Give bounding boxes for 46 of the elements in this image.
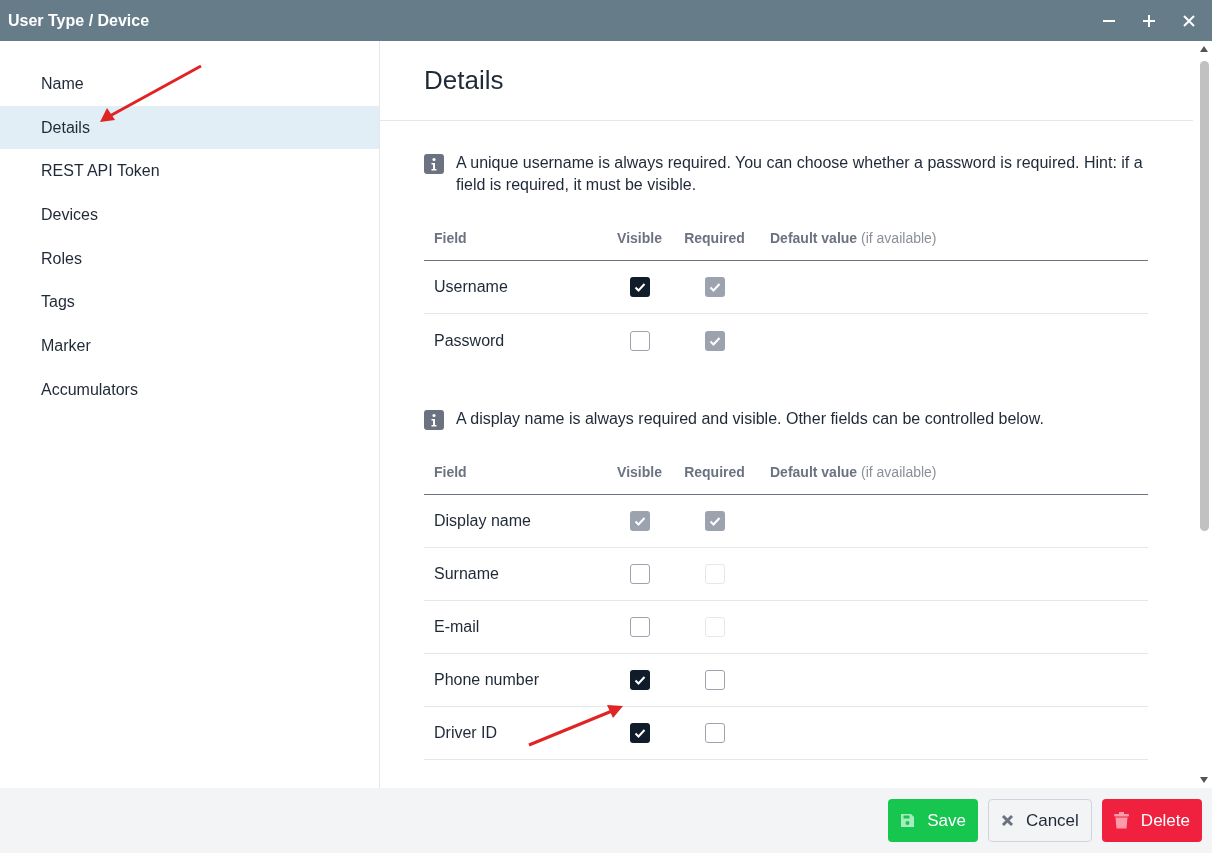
field-name: Phone number	[434, 671, 539, 688]
field-name: Display name	[434, 512, 531, 529]
sidebar-item[interactable]: REST API Token	[0, 149, 379, 194]
cancel-button[interactable]: Cancel	[987, 799, 1092, 842]
sidebar-item[interactable]: Name	[0, 62, 379, 106]
sidebar-item[interactable]: Marker	[0, 324, 379, 368]
minus-icon	[1102, 19, 1116, 22]
sidebar-item[interactable]: Details	[0, 105, 379, 150]
info-icon	[424, 154, 444, 174]
field-name: Driver ID	[434, 724, 498, 741]
delete-button[interactable]: Delete	[1101, 799, 1202, 842]
sidebar-item[interactable]: Accumulators	[0, 367, 379, 412]
scroll-up-icon	[1199, 45, 1209, 53]
page-heading: Details	[424, 64, 504, 97]
trash-icon	[1113, 812, 1129, 829]
field-name: Password	[434, 331, 505, 349]
info-text: A display name is always required and visible. Other fields can be controlled below.	[456, 409, 1044, 429]
column-header: Visible	[617, 228, 662, 248]
window-title: User Type / Device	[8, 10, 151, 31]
plus-icon	[1142, 13, 1156, 28]
close-icon	[1183, 14, 1195, 27]
column-header: Visible	[617, 462, 662, 482]
column-header: Field	[433, 228, 467, 248]
field-name: Username	[434, 278, 508, 295]
sidebar-item[interactable]: Devices	[0, 193, 379, 237]
checkbox[interactable]	[704, 670, 725, 690]
checkbox[interactable]	[629, 617, 650, 637]
column-header: Field	[433, 462, 467, 482]
column-header: Required	[684, 228, 745, 248]
column-header: Default value (if available)	[769, 462, 937, 482]
info-icon	[424, 410, 444, 430]
sidebar-item[interactable]: Tags	[0, 280, 379, 325]
info-text: A unique username is always required. You can choose whether a password is required. Hint: if a field is required, it must be visible.	[456, 153, 1144, 195]
field-name: Surname	[434, 565, 499, 582]
checkbox[interactable]	[629, 564, 650, 584]
checkbox[interactable]	[629, 723, 650, 743]
field-name: E-mail	[434, 618, 480, 635]
sidebar-item[interactable]: Roles	[0, 236, 379, 281]
close-icon	[1000, 814, 1014, 827]
checkbox[interactable]	[629, 330, 650, 351]
column-header: Default value (if available)	[769, 228, 937, 248]
column-header: Required	[684, 462, 745, 482]
checkbox[interactable]	[629, 277, 650, 297]
scroll-down-icon	[1199, 776, 1209, 784]
checkbox[interactable]	[704, 723, 725, 743]
checkbox[interactable]	[629, 670, 650, 690]
